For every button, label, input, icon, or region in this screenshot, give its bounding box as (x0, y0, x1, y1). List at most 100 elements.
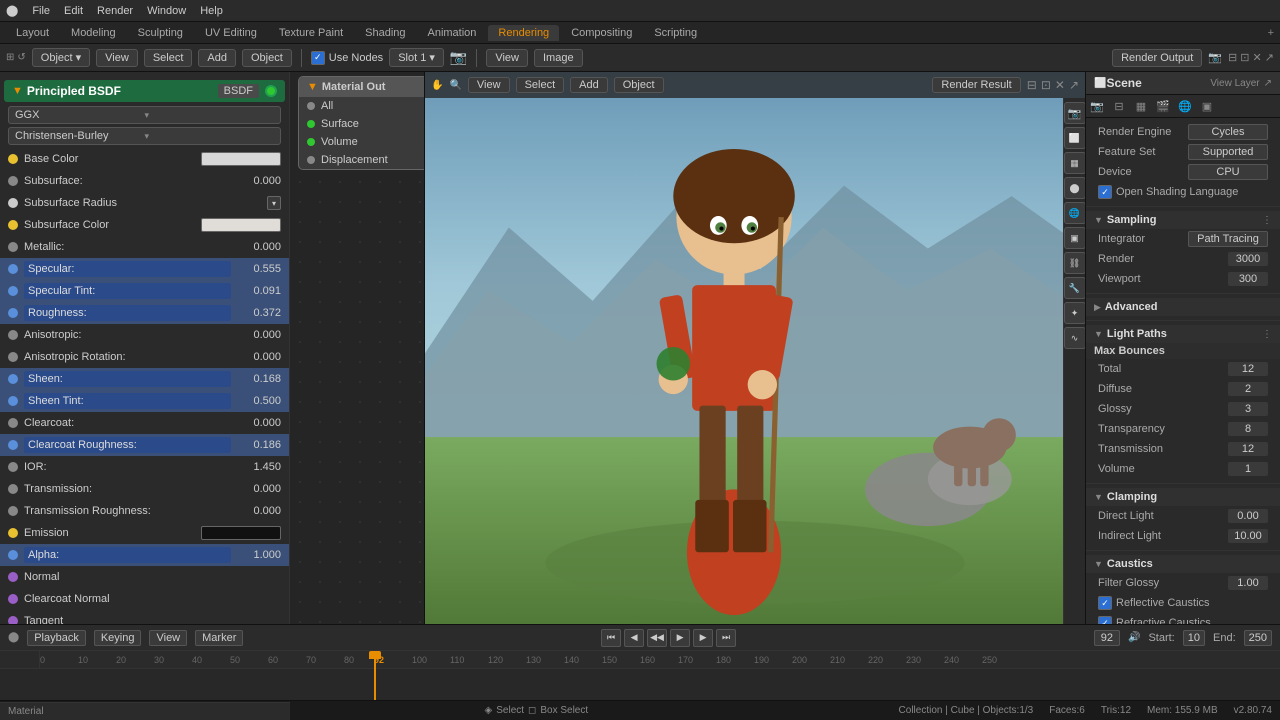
vp-right-icon-particles[interactable]: ✦ (1064, 302, 1086, 324)
prop-anisotropic[interactable]: Anisotropic: 0.000 (0, 324, 289, 346)
vp-right-icon-render[interactable]: ▦ (1064, 152, 1086, 174)
props-icon-scene2[interactable]: 🎬 (1152, 95, 1174, 117)
frame-counter[interactable]: 92 (1094, 630, 1120, 646)
val-diffuse[interactable]: 2 (1228, 382, 1268, 396)
refractive-caustics-checkbox[interactable] (1098, 616, 1112, 624)
end-frame-input[interactable]: 250 (1244, 630, 1272, 646)
vp-icon-nav[interactable]: ✋ (431, 80, 443, 91)
node-collapse-icon[interactable]: ▼ (12, 85, 23, 97)
menu-edit[interactable]: Edit (64, 5, 83, 17)
timeline-icon[interactable]: ⬤ (8, 632, 19, 643)
prop-clearcoat-roughness[interactable]: Clearcoat Roughness: 0.186 (0, 434, 289, 456)
feature-set-dropdown[interactable]: Supported (1188, 144, 1268, 160)
base-color-swatch[interactable] (201, 152, 281, 166)
prop-transmission[interactable]: Transmission: 0.000 (0, 478, 289, 500)
vp-icon-zoom[interactable]: 🔍 (449, 80, 461, 91)
keying-btn[interactable]: Keying (94, 630, 142, 646)
tab-texture-paint[interactable]: Texture Paint (269, 25, 353, 41)
val-total[interactable]: 12 (1228, 362, 1268, 376)
viewport-view-btn[interactable]: View (468, 77, 510, 93)
menu-render[interactable]: Render (97, 5, 133, 17)
vp-icon-2[interactable]: ⊡ (1041, 78, 1051, 92)
vp-right-icon-world[interactable]: 🌐 (1064, 202, 1086, 224)
subsurface-color-swatch[interactable] (201, 218, 281, 232)
prev-frame-btn[interactable]: ◀ (624, 629, 644, 647)
alpha-bar[interactable]: Alpha: (24, 547, 231, 563)
val-indirect-light[interactable]: 10.00 (1228, 529, 1268, 543)
viewport-add-btn[interactable]: Add (570, 77, 608, 93)
prop-subsurface[interactable]: Subsurface: 0.000 (0, 170, 289, 192)
prop-specular-tint[interactable]: Specular Tint: 0.091 (0, 280, 289, 302)
vp-right-icon-scene[interactable]: ⬜ (1064, 127, 1086, 149)
reflective-caustics-checkbox[interactable] (1098, 596, 1112, 610)
emission-color-swatch[interactable] (201, 526, 281, 540)
tab-animation[interactable]: Animation (418, 25, 487, 41)
next-frame-btn[interactable]: ▶ (693, 629, 713, 647)
prop-alpha[interactable]: Alpha: 1.000 (0, 544, 289, 566)
max-bounces-header[interactable]: Max Bounces (1086, 343, 1280, 359)
tab-uv-editing[interactable]: UV Editing (195, 25, 267, 41)
menu-window[interactable]: Window (147, 5, 186, 17)
viewport-select-btn[interactable]: Select (516, 77, 565, 93)
integrator-dropdown[interactable]: Path Tracing (1188, 231, 1268, 247)
prop-specular[interactable]: Specular: 0.555 (0, 258, 289, 280)
mo-row-surface[interactable]: Surface (299, 115, 424, 133)
tab-rendering[interactable]: Rendering (488, 25, 559, 41)
use-nodes-toggle[interactable]: ✓ Use Nodes (311, 51, 383, 65)
prop-normal[interactable]: Normal (0, 566, 289, 588)
clearcoat-roughness-bar[interactable]: Clearcoat Roughness: (24, 437, 231, 453)
row-reflective-caustics[interactable]: Reflective Caustics (1086, 593, 1280, 613)
use-nodes-checkbox[interactable]: ✓ (311, 51, 325, 65)
mo-row-volume[interactable]: Volume (299, 133, 424, 151)
vp-right-icon-constraint[interactable]: ⛓ (1064, 252, 1086, 274)
sampling-header[interactable]: ▼ Sampling ⋮ (1086, 211, 1280, 229)
tab-layout[interactable]: Layout (6, 25, 59, 41)
props-expand-icon[interactable]: ↗ (1264, 78, 1272, 89)
sampling-dots-icon[interactable]: ⋮ (1262, 215, 1272, 226)
specular-tint-bar[interactable]: Specular Tint: (24, 283, 231, 299)
menu-blender[interactable]: ⬤ (6, 4, 18, 17)
slot-dropdown[interactable]: Slot 1 ▾ (389, 48, 444, 67)
tab-modeling[interactable]: Modeling (61, 25, 126, 41)
val-glossy[interactable]: 3 (1228, 402, 1268, 416)
playback-btn[interactable]: Playback (27, 630, 86, 646)
add-tab-button[interactable]: + (1268, 27, 1274, 39)
lp-dots-icon[interactable]: ⋮ (1262, 329, 1272, 340)
node-canvas[interactable]: ▼ Material Out All Surface Volume (290, 72, 424, 624)
select2-label[interactable]: Select (496, 705, 524, 716)
play-btn[interactable]: ▶ (670, 629, 690, 647)
vp-right-icon-phys[interactable]: ∿ (1064, 327, 1086, 349)
mo-row-all[interactable]: All (299, 97, 424, 115)
render-result-btn[interactable]: Render Result (932, 77, 1020, 93)
render-engine-dropdown[interactable]: Cycles (1188, 124, 1268, 140)
tab-sculpting[interactable]: Sculpting (128, 25, 193, 41)
props-icon-vl[interactable]: ▦ (1130, 95, 1152, 117)
play-reverse-btn[interactable]: ◀◀ (647, 629, 667, 647)
light-paths-header[interactable]: ▼ Light Paths ⋮ (1086, 325, 1280, 343)
prop-ior[interactable]: IOR: 1.450 (0, 456, 289, 478)
vp-icon-4[interactable]: ↗ (1069, 78, 1079, 92)
tab-scripting[interactable]: Scripting (644, 25, 707, 41)
audio-icon[interactable]: 🔊 (1128, 632, 1140, 643)
prop-base-color[interactable]: Base Color (0, 148, 289, 170)
distribution-dropdown[interactable]: GGX ▾ (8, 106, 281, 124)
view-btn-tl[interactable]: View (149, 630, 187, 646)
prop-metallic[interactable]: Metallic: 0.000 (0, 236, 289, 258)
caustics-header[interactable]: ▼ Caustics (1086, 555, 1280, 573)
start-frame-input[interactable]: 10 (1183, 630, 1205, 646)
toolbar-icon-2[interactable]: ↺ (17, 52, 25, 63)
specular-bar[interactable]: Specular: (24, 261, 231, 277)
val-viewport-samples[interactable]: 300 (1228, 272, 1268, 286)
props-icon-world2[interactable]: 🌐 (1174, 95, 1196, 117)
clamping-header[interactable]: ▼ Clamping (1086, 488, 1280, 506)
render-output-btn[interactable]: Render Output (1112, 49, 1202, 67)
principled-bsdf-header[interactable]: ▼ Principled BSDF BSDF (4, 80, 285, 102)
val-transmission-bounces[interactable]: 12 (1228, 442, 1268, 456)
open-shading-checkbox[interactable] (1098, 185, 1112, 199)
props-icon-1[interactable]: ⬜ (1094, 78, 1106, 89)
vp-icon-1[interactable]: ⊟ (1027, 78, 1037, 92)
view-layer-btn[interactable]: View Layer (1210, 78, 1259, 89)
toolbar-icon-1[interactable]: ⊞ (6, 52, 14, 63)
val-transparency[interactable]: 8 (1228, 422, 1268, 436)
menu-help[interactable]: Help (200, 5, 223, 17)
